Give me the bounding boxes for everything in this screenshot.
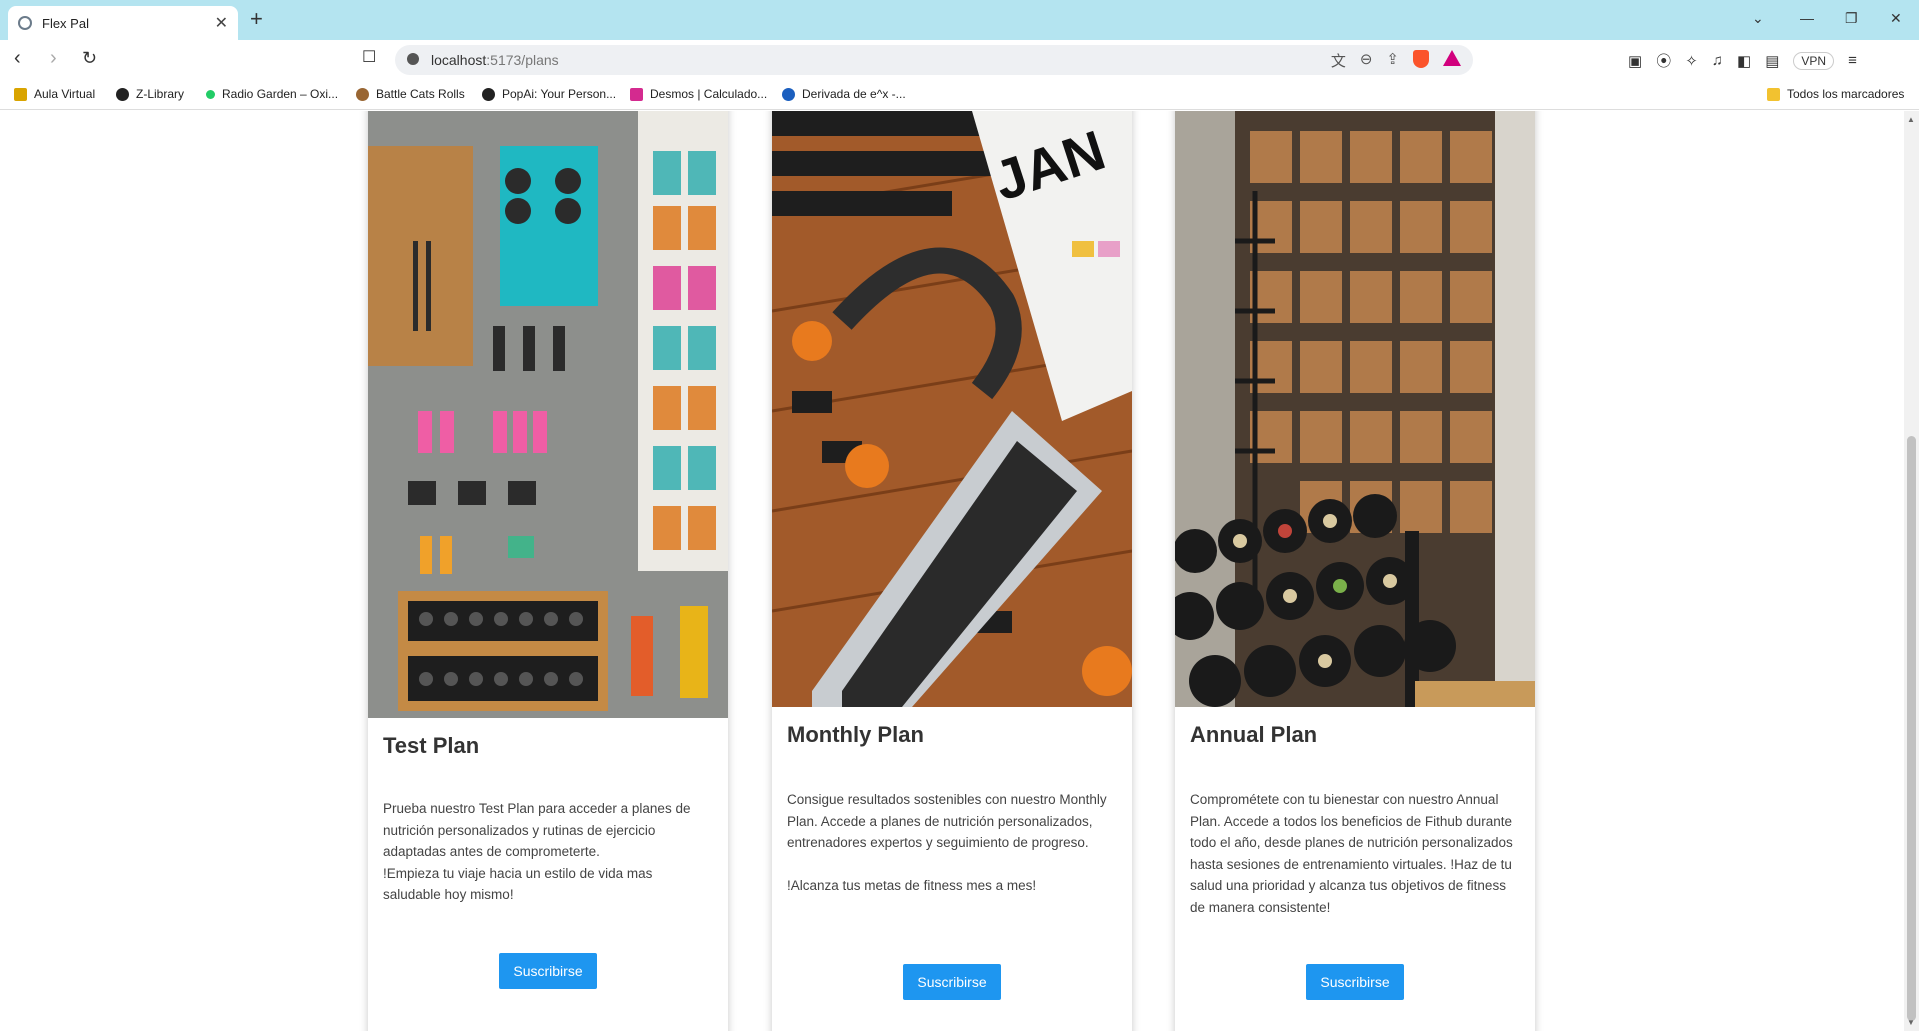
derivative-icon [782, 87, 795, 101]
z-logo-icon [116, 87, 129, 101]
menu-icon[interactable]: ≡ [1848, 52, 1857, 69]
browser-toolbar: ‹ › ↻ ☐ localhost:5173/plans 文 ⊖ ⇪ ▣ ⦿ ✧… [0, 40, 1919, 80]
dot-icon [206, 89, 215, 99]
subscribe-button-annual[interactable]: Suscribirse [1306, 964, 1404, 1000]
plan-image-monthly: JAN [772, 111, 1132, 707]
extension-area: ▣ ⦿ ✧ ♫ ◧ ▤ VPN ≡ [1628, 50, 1857, 71]
bookmark-radio-garden[interactable]: Radio Garden – Oxi... [206, 87, 338, 101]
plan-description: Consigue resultados sostenibles con nues… [787, 792, 1107, 893]
all-bookmarks[interactable]: Todos los marcadores [1767, 87, 1904, 101]
bookmark-z-library[interactable]: Z-Library [116, 87, 184, 101]
plan-card-annual: Annual Plan Comprométete con tu bienesta… [1175, 111, 1535, 1031]
minimize-button[interactable]: — [1800, 10, 1814, 26]
browser-tab[interactable]: Flex Pal ✕ [8, 6, 238, 40]
scroll-up-icon[interactable]: ▲ [1907, 115, 1915, 124]
wallet-icon[interactable]: ▤ [1765, 52, 1779, 70]
extensions-icon[interactable]: ✧ [1685, 52, 1698, 70]
folder-icon [1767, 87, 1780, 101]
forward-icon[interactable]: › [50, 48, 57, 68]
brave-rewards-icon[interactable] [1443, 50, 1461, 66]
bookmark-icon[interactable]: ☐ [362, 48, 376, 68]
plan-description: Prueba nuestro Test Plan para acceder a … [383, 801, 691, 902]
plan-title: Test Plan [383, 733, 480, 758]
bookmark-battle-cats[interactable]: Battle Cats Rolls [356, 87, 465, 101]
globe-icon [18, 16, 32, 30]
desmos-icon [630, 87, 643, 101]
reload-icon[interactable]: ↻ [82, 48, 97, 68]
tab-title: Flex Pal [42, 15, 89, 31]
plan-card-monthly: JAN Monthly Plan Consigue resultados sos… [772, 111, 1132, 1031]
bar-chart-icon [14, 87, 27, 101]
url-text: localhost:5173/plans [431, 52, 559, 68]
back-icon[interactable]: ‹ [14, 48, 21, 68]
restore-button[interactable]: ❐ [1845, 10, 1858, 27]
bookmark-desmos[interactable]: Desmos | Calculado... [630, 87, 767, 101]
plan-title: Monthly Plan [787, 722, 924, 747]
zoom-out-icon[interactable]: ⊖ [1360, 50, 1373, 71]
close-tab-icon[interactable]: ✕ [215, 13, 228, 33]
bookmark-derivada[interactable]: Derivada de e^x -... [782, 87, 906, 101]
page-scrollbar[interactable]: ▲ ▼ [1904, 111, 1919, 1031]
screen-record-icon[interactable]: ▣ [1628, 52, 1642, 70]
scroll-down-icon[interactable]: ▼ [1907, 1018, 1915, 1027]
browser-tab-strip: Flex Pal ✕ + ⌄ — ❐ ✕ [0, 0, 1919, 40]
vpn-button[interactable]: VPN [1793, 51, 1835, 70]
plan-image-annual [1175, 111, 1535, 707]
plan-title: Annual Plan [1190, 722, 1318, 747]
cat-icon [356, 87, 369, 101]
new-tab-button[interactable]: + [250, 8, 263, 30]
tab-search-icon[interactable]: ⌄ [1752, 10, 1764, 27]
subscribe-button-test[interactable]: Suscribirse [499, 953, 597, 989]
subscribe-button-monthly[interactable]: Suscribirse [903, 964, 1001, 1000]
brave-shields-icon[interactable] [1413, 50, 1429, 68]
site-info-icon[interactable] [407, 53, 419, 65]
bookmark-aula-virtual[interactable]: Aula Virtual [14, 87, 95, 101]
close-window-button[interactable]: ✕ [1890, 10, 1902, 27]
share-icon[interactable]: ⇪ [1386, 50, 1399, 71]
sidebar-icon[interactable]: ◧ [1737, 52, 1751, 70]
translate-icon[interactable]: 文 [1331, 50, 1346, 71]
scrollbar-thumb[interactable] [1907, 436, 1916, 1021]
popai-icon [482, 87, 495, 101]
plan-description: Comprométete con tu bienestar con nuestr… [1190, 792, 1513, 915]
bookmark-popai[interactable]: PopAi: Your Person... [482, 87, 616, 101]
plan-image-test [368, 111, 728, 718]
bookmarks-bar: Aula Virtual Z-Library Radio Garden – Ox… [0, 80, 1919, 110]
broadcast-icon[interactable]: ⦿ [1656, 50, 1671, 71]
page-viewport: Test Plan Prueba nuestro Test Plan para … [0, 111, 1904, 1031]
address-bar[interactable]: localhost:5173/plans 文 ⊖ ⇪ [395, 45, 1473, 75]
plan-card-test: Test Plan Prueba nuestro Test Plan para … [368, 111, 728, 1031]
music-icon[interactable]: ♫ [1712, 52, 1723, 69]
